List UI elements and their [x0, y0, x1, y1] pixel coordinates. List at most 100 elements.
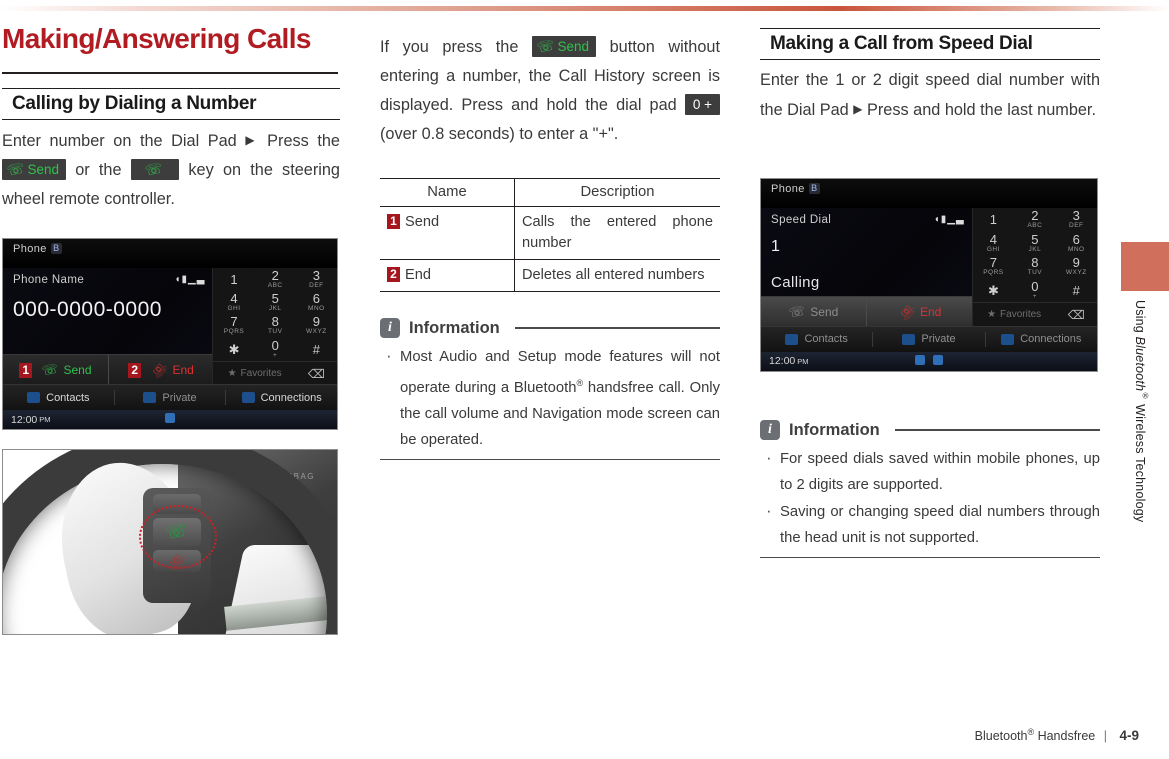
screenshot-tabbar: Contacts Private Connections	[761, 325, 1097, 352]
contacts-label: Contacts	[46, 391, 90, 404]
screenshot-end-button[interactable]: ☏ End	[867, 297, 972, 327]
key-digit: #	[312, 341, 320, 357]
side-tab-label-part1: Using	[1132, 300, 1147, 337]
favorites-button[interactable]: ★ Favorites	[213, 362, 295, 385]
tab-contacts[interactable]: Contacts	[761, 333, 872, 345]
tab-contacts[interactable]: Contacts	[3, 392, 114, 404]
keypad-key-6[interactable]: 6 MNO	[296, 291, 337, 314]
page-number: 4-9	[1119, 728, 1139, 743]
list-item: Saving or changing speed dial numbers th…	[760, 498, 1100, 551]
info-bottom-rule	[760, 557, 1100, 559]
info-label: Information	[409, 318, 500, 337]
callout-badge-1: 1	[387, 214, 400, 229]
phone-icon: ☏	[787, 302, 807, 321]
keypad-key-9[interactable]: 9 WXYZ	[296, 314, 337, 337]
keypad-row: 1 2 ABC 3 DEF	[213, 268, 337, 291]
key-digit: 9	[312, 314, 320, 330]
keypad-key-7[interactable]: 7 PQRS	[973, 255, 1014, 279]
keypad-key-6[interactable]: 6 MNO	[1056, 231, 1097, 255]
screenshot-titlebar: Phone B	[761, 179, 1097, 208]
keypad-key-8[interactable]: 8 TUV	[1014, 255, 1055, 279]
table-row: 2 End Deletes all entered numbers	[380, 259, 720, 292]
screenshot-action-bar: 1 ☏ Send 2 ☏ End	[3, 354, 214, 386]
tab-connections[interactable]: Connections	[226, 392, 337, 404]
key-sub: GHI	[986, 245, 1000, 253]
keypad-row: 7 PQRS 8 TUV 9 WXYZ	[213, 314, 337, 337]
bluetooth-status-icon	[165, 413, 175, 423]
screenshot-name-row: Phone Name ◖▮▁▃	[13, 274, 205, 286]
info-list: Most Audio and Setup mode features will …	[380, 343, 720, 453]
keypad-key-2[interactable]: 2 ABC	[255, 268, 296, 291]
keypad-key-7[interactable]: 7 PQRS	[213, 314, 254, 337]
paragraph-text-3: (over 0.8 seconds) to enter a "+".	[380, 125, 619, 143]
favorites-label: Favorites	[1000, 309, 1042, 321]
keypad-key-0[interactable]: 0 +	[255, 337, 296, 360]
title-underline	[2, 72, 338, 74]
key-sub: WXYZ	[1065, 269, 1087, 277]
table-cell-name: 1 Send	[380, 206, 515, 260]
speed-dial-label: Speed Dial	[771, 213, 832, 226]
list-item: Most Audio and Setup mode features will …	[380, 343, 720, 453]
screenshot-dial-pad: Phone B Phone Name ◖▮▁▃ 000-0000-0000 1 ☏…	[2, 238, 338, 430]
keypad-key-3[interactable]: 3 DEF	[1056, 208, 1097, 232]
keypad-row: 4 GHI 5 JKL 6 MNO	[973, 231, 1097, 255]
phone-icon: ☏	[143, 159, 164, 179]
phone-icon: ☏	[5, 159, 26, 179]
keypad-key-5[interactable]: 5 JKL	[255, 291, 296, 314]
status-icon-group	[3, 413, 337, 426]
info-list: For speed dials saved within mobile phon…	[760, 445, 1100, 551]
keypad-grid: 1 2 ABC 3 DEF 4 GHI 5 JKL 6 MNO 7 PQRS 8 TUV 9W…	[972, 208, 1097, 327]
signal-battery-icon: ◖▮▁▃	[933, 214, 965, 226]
keypad-key-star[interactable]: ✱	[213, 337, 254, 360]
keypad-key-star[interactable]: ✱	[973, 279, 1014, 303]
backspace-button[interactable]: ⌫	[296, 362, 337, 385]
screenshot-number-panel: Phone Name ◖▮▁▃ 000-0000-0000 1 ☏ Send 2…	[3, 267, 214, 386]
screenshot-send-button[interactable]: 1 ☏ Send	[3, 355, 108, 385]
page-footer: Bluetooth® Handsfree | 4-9	[0, 727, 1169, 743]
screenshot-send-button[interactable]: ☏ Send	[761, 297, 866, 327]
screenshot-statusbar: 12:00 PM	[761, 351, 1097, 371]
screenshot-action-bar: ☏ Send ☏ End	[761, 295, 973, 327]
keypad-key-9[interactable]: 9 WXYZ	[1056, 255, 1097, 279]
keypad-key-8[interactable]: 8 TUV	[255, 314, 296, 337]
favorites-button[interactable]: ★ Favorites	[973, 303, 1056, 327]
page-title: Making/Answering Calls	[2, 23, 311, 54]
left-column: Calling by Dialing a Number Enter number…	[2, 88, 340, 214]
section-heading-speed-dial: Making a Call from Speed Dial	[760, 28, 1100, 60]
keypad-key-4[interactable]: 4 GHI	[213, 291, 254, 314]
keypad-key-5[interactable]: 5 JKL	[1014, 231, 1055, 255]
tab-private[interactable]: Private	[115, 392, 226, 404]
screenshot-tabbar: Contacts Private Connections	[3, 384, 337, 410]
keypad-key-1[interactable]: 1	[973, 208, 1014, 232]
end-button-label: End	[919, 304, 942, 319]
star-icon: ★	[987, 309, 997, 321]
keypad-key-4[interactable]: 4 GHI	[973, 231, 1014, 255]
screenshot-end-button[interactable]: 2 ☏ End	[109, 355, 214, 385]
keypad-key-1[interactable]: 1	[213, 268, 254, 291]
tab-connections[interactable]: Connections	[986, 333, 1097, 345]
private-icon	[902, 333, 916, 345]
top-decorative-rule	[0, 6, 1169, 11]
paragraph-text-1: If you press the	[380, 38, 532, 56]
keypad-key-hash[interactable]: #	[1056, 279, 1097, 303]
star-icon: ★	[227, 368, 237, 380]
key-sub: GHI	[227, 304, 241, 312]
status-icon-group	[761, 354, 1097, 368]
keypad-key-0[interactable]: 0 +	[1014, 279, 1055, 303]
keypad-bottom-row: ★ Favorites ⌫	[972, 302, 1097, 327]
bluetooth-status-icon	[915, 354, 925, 365]
keypad-key-2[interactable]: 2 ABC	[1014, 208, 1055, 232]
key-digit: 0	[1031, 278, 1039, 294]
key-sub: WXYZ	[306, 328, 327, 336]
phone-icon: ☏	[535, 36, 556, 56]
keypad-grid: 1 2 ABC 3 DEF 4 GHI 5 JKL 6 MNO 7 PQRS 8 TUV 9W…	[213, 268, 337, 386]
key-sub: +	[273, 351, 278, 359]
keypad-key-3[interactable]: 3 DEF	[296, 268, 337, 291]
tab-private[interactable]: Private	[873, 333, 984, 345]
info-block-middle: i Information Most Audio and Setup mode …	[380, 318, 720, 461]
key-sub: ABC	[267, 281, 283, 289]
table-header-description: Description	[514, 178, 720, 207]
key-sub: TUV	[267, 328, 283, 336]
keypad-key-hash[interactable]: #	[296, 337, 337, 360]
backspace-button[interactable]: ⌫	[1056, 303, 1097, 327]
